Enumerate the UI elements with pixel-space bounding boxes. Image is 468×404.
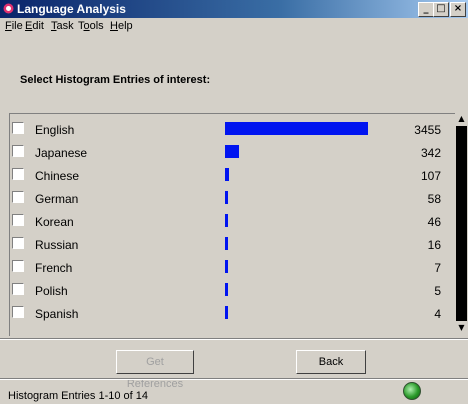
menu-bar: File Edit Task Tools Help <box>0 18 468 34</box>
count-value: 107 <box>420 169 441 183</box>
language-label: German <box>35 192 79 206</box>
histogram-row: Russian 16 <box>10 234 456 256</box>
histogram-row: Polish 5 <box>10 280 456 302</box>
histogram-row: Spanish 4 <box>10 303 456 325</box>
count-value: 58 <box>427 192 441 206</box>
row-checkbox[interactable] <box>12 306 24 318</box>
histogram-bar <box>225 191 228 204</box>
language-label: Russian <box>35 238 79 252</box>
count-value: 3455 <box>414 123 441 137</box>
row-checkbox[interactable] <box>12 168 24 180</box>
histogram-bar <box>225 122 368 135</box>
status-ok-icon <box>403 382 421 400</box>
count-value: 4 <box>434 307 441 321</box>
count-value: 5 <box>434 284 441 298</box>
scroll-down-arrow-icon[interactable]: ▼ <box>455 322 468 334</box>
row-checkbox[interactable] <box>12 283 24 295</box>
histogram-bar <box>225 145 239 158</box>
status-text: Histogram Entries 1-10 of 14 <box>8 390 149 402</box>
language-label: Japanese <box>35 146 88 160</box>
title-bar: Language Analysis _ □ × <box>0 0 468 18</box>
menu-task[interactable]: Task <box>51 20 74 32</box>
count-value: 7 <box>434 261 441 275</box>
count-value: 46 <box>427 215 441 229</box>
histogram-bar <box>225 237 228 250</box>
histogram-bar <box>225 306 228 319</box>
window-title: Language Analysis <box>17 2 126 16</box>
row-checkbox[interactable] <box>12 122 24 134</box>
divider-highlight <box>0 339 468 340</box>
histogram-row: German 58 <box>10 188 456 210</box>
row-checkbox[interactable] <box>12 214 24 226</box>
histogram-bar <box>225 283 228 296</box>
status-divider-highlight <box>0 379 468 380</box>
histogram-row: Korean 46 <box>10 211 456 233</box>
menu-file[interactable]: File <box>5 20 23 32</box>
language-label: Korean <box>35 215 74 229</box>
histogram-bar <box>225 260 228 273</box>
histogram-bar <box>225 214 228 227</box>
histogram-list: English 3455 Japanese 342 Chinese 107 German 58… <box>9 113 456 336</box>
menu-edit[interactable]: Edit <box>25 20 44 32</box>
minimize-button[interactable]: _ <box>418 2 434 17</box>
language-label: English <box>35 123 75 137</box>
prompt-label: Select Histogram Entries of interest: <box>20 74 211 86</box>
histogram-row: French 7 <box>10 257 456 279</box>
histogram-row: English 3455 <box>10 119 456 141</box>
histogram-row: Japanese 342 <box>10 142 456 164</box>
row-checkbox[interactable] <box>12 191 24 203</box>
app-icon <box>3 3 14 14</box>
histogram-row: Chinese 107 <box>10 165 456 187</box>
count-value: 16 <box>427 238 441 252</box>
get-references-button[interactable]: Get References <box>116 350 194 390</box>
language-label: Polish <box>35 284 68 298</box>
language-label: French <box>35 261 73 275</box>
close-button[interactable]: × <box>450 2 466 17</box>
maximize-button[interactable]: □ <box>433 2 449 17</box>
language-label: Spanish <box>35 307 79 321</box>
scroll-thumb[interactable] <box>456 126 467 321</box>
count-value: 342 <box>420 146 441 160</box>
row-checkbox[interactable] <box>12 145 24 157</box>
menu-help[interactable]: Help <box>110 20 133 32</box>
language-label: Chinese <box>35 169 80 183</box>
row-checkbox[interactable] <box>12 260 24 272</box>
scroll-up-arrow-icon[interactable]: ▲ <box>455 113 468 125</box>
menu-tools[interactable]: Tools <box>78 20 104 32</box>
row-checkbox[interactable] <box>12 237 24 249</box>
vertical-scrollbar[interactable]: ▲ ▼ <box>455 113 468 335</box>
back-button[interactable]: Back <box>296 350 366 374</box>
histogram-bar <box>225 168 229 181</box>
